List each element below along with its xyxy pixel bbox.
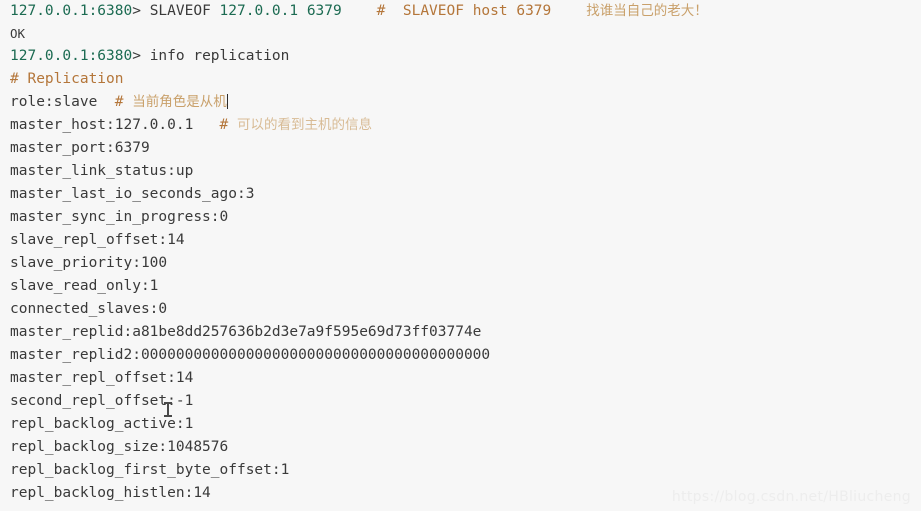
terminal-line-master-host: master_host:127.0.0.1 # 可以的看到主机的信息 — [0, 114, 921, 137]
field-second-repl-offset: second_repl_offset:-1 — [10, 393, 194, 409]
terminal-line-connected-slaves: connected_slaves:0 — [0, 298, 921, 321]
field-repl-backlog-active: repl_backlog_active:1 — [10, 416, 194, 432]
field-master-port: master_port:6379 — [10, 140, 150, 156]
terminal-line-master-last-io: master_last_io_seconds_ago:3 — [0, 183, 921, 206]
command-arguments: 127.0.0.1 6379 — [219, 3, 342, 19]
terminal-output-area[interactable]: 127.0.0.1:6380> SLAVEOF 127.0.0.1 6379 #… — [0, 0, 921, 511]
terminal-line-master-sync-in-progress: master_sync_in_progress:0 — [0, 206, 921, 229]
watermark: https://blog.csdn.net/HBliucheng — [671, 489, 911, 505]
terminal-line-command-info: 127.0.0.1:6380> info replication — [0, 45, 921, 68]
prompt-ip: 127.0.0.1:6380 — [10, 48, 133, 64]
field-repl-backlog-first-byte-offset: repl_backlog_first_byte_offset:1 — [10, 462, 290, 478]
terminal-line-repl-backlog-active: repl_backlog_active:1 — [0, 413, 921, 436]
terminal-line-second-repl-offset: second_repl_offset:-1 — [0, 390, 921, 413]
prompt-symbol: > — [132, 48, 141, 64]
prompt-symbol: > — [132, 3, 141, 19]
field-master-host: master_host:127.0.0.1 — [10, 117, 194, 133]
command-name: SLAVEOF — [149, 3, 211, 19]
terminal-line-command-slaveof: 127.0.0.1:6380> SLAVEOF 127.0.0.1 6379 #… — [0, 0, 921, 23]
terminal-line-master-replid: master_replid:a81be8dd257636b2d3e7a9f595… — [0, 321, 921, 344]
inline-comment: # SLAVEOF host 6379 — [376, 3, 552, 19]
field-connected-slaves: connected_slaves:0 — [10, 301, 168, 317]
terminal-line-master-repl-offset: master_repl_offset:14 — [0, 367, 921, 390]
terminal-line-repl-backlog-size: repl_backlog_size:1048576 — [0, 436, 921, 459]
field-master-last-io-seconds-ago: master_last_io_seconds_ago:3 — [10, 186, 255, 202]
field-master-repl-offset: master_repl_offset:14 — [10, 370, 194, 386]
inline-comment-chinese: 当前角色是从机 — [132, 94, 227, 110]
field-master-sync-in-progress: master_sync_in_progress:0 — [10, 209, 229, 225]
field-repl-backlog-histlen: repl_backlog_histlen:14 — [10, 485, 211, 501]
terminal-line-slave-read-only: slave_read_only:1 — [0, 275, 921, 298]
terminal-line-reply-ok: OK — [0, 23, 921, 45]
field-slave-read-only: slave_read_only:1 — [10, 278, 159, 294]
inline-comment-chinese: 找谁当自己的老大！ — [586, 3, 708, 19]
terminal-line-role: role:slave # 当前角色是从机 — [0, 91, 921, 114]
prompt-ip: 127.0.0.1:6380 — [10, 3, 133, 19]
terminal-line-master-replid2: master_replid2:0000000000000000000000000… — [0, 344, 921, 367]
field-master-link-status: master_link_status:up — [10, 163, 194, 179]
terminal-line-repl-backlog-first-byte-offset: repl_backlog_first_byte_offset:1 — [0, 459, 921, 482]
section-header: # Replication — [10, 71, 124, 87]
reply-text: OK — [10, 26, 26, 41]
terminal-line-master-link-status: master_link_status:up — [0, 160, 921, 183]
field-master-replid2: master_replid2:0000000000000000000000000… — [10, 347, 491, 363]
terminal-line-section-replication: # Replication — [0, 68, 921, 91]
inline-comment-chinese: 可以的看到主机的信息 — [237, 117, 372, 133]
inline-comment-hash: # — [114, 94, 124, 110]
field-role: role:slave — [10, 94, 98, 110]
field-repl-backlog-size: repl_backlog_size:1048576 — [10, 439, 229, 455]
field-slave-repl-offset: slave_repl_offset:14 — [10, 232, 185, 248]
terminal-line-slave-repl-offset: slave_repl_offset:14 — [0, 229, 921, 252]
field-slave-priority: slave_priority:100 — [10, 255, 168, 271]
inline-comment-hash: # — [219, 117, 229, 133]
command-info-replication: info replication — [149, 48, 290, 64]
field-master-replid: master_replid:a81be8dd257636b2d3e7a9f595… — [10, 324, 482, 340]
terminal-line-master-port: master_port:6379 — [0, 137, 921, 160]
text-caret — [226, 94, 228, 109]
terminal-line-slave-priority: slave_priority:100 — [0, 252, 921, 275]
